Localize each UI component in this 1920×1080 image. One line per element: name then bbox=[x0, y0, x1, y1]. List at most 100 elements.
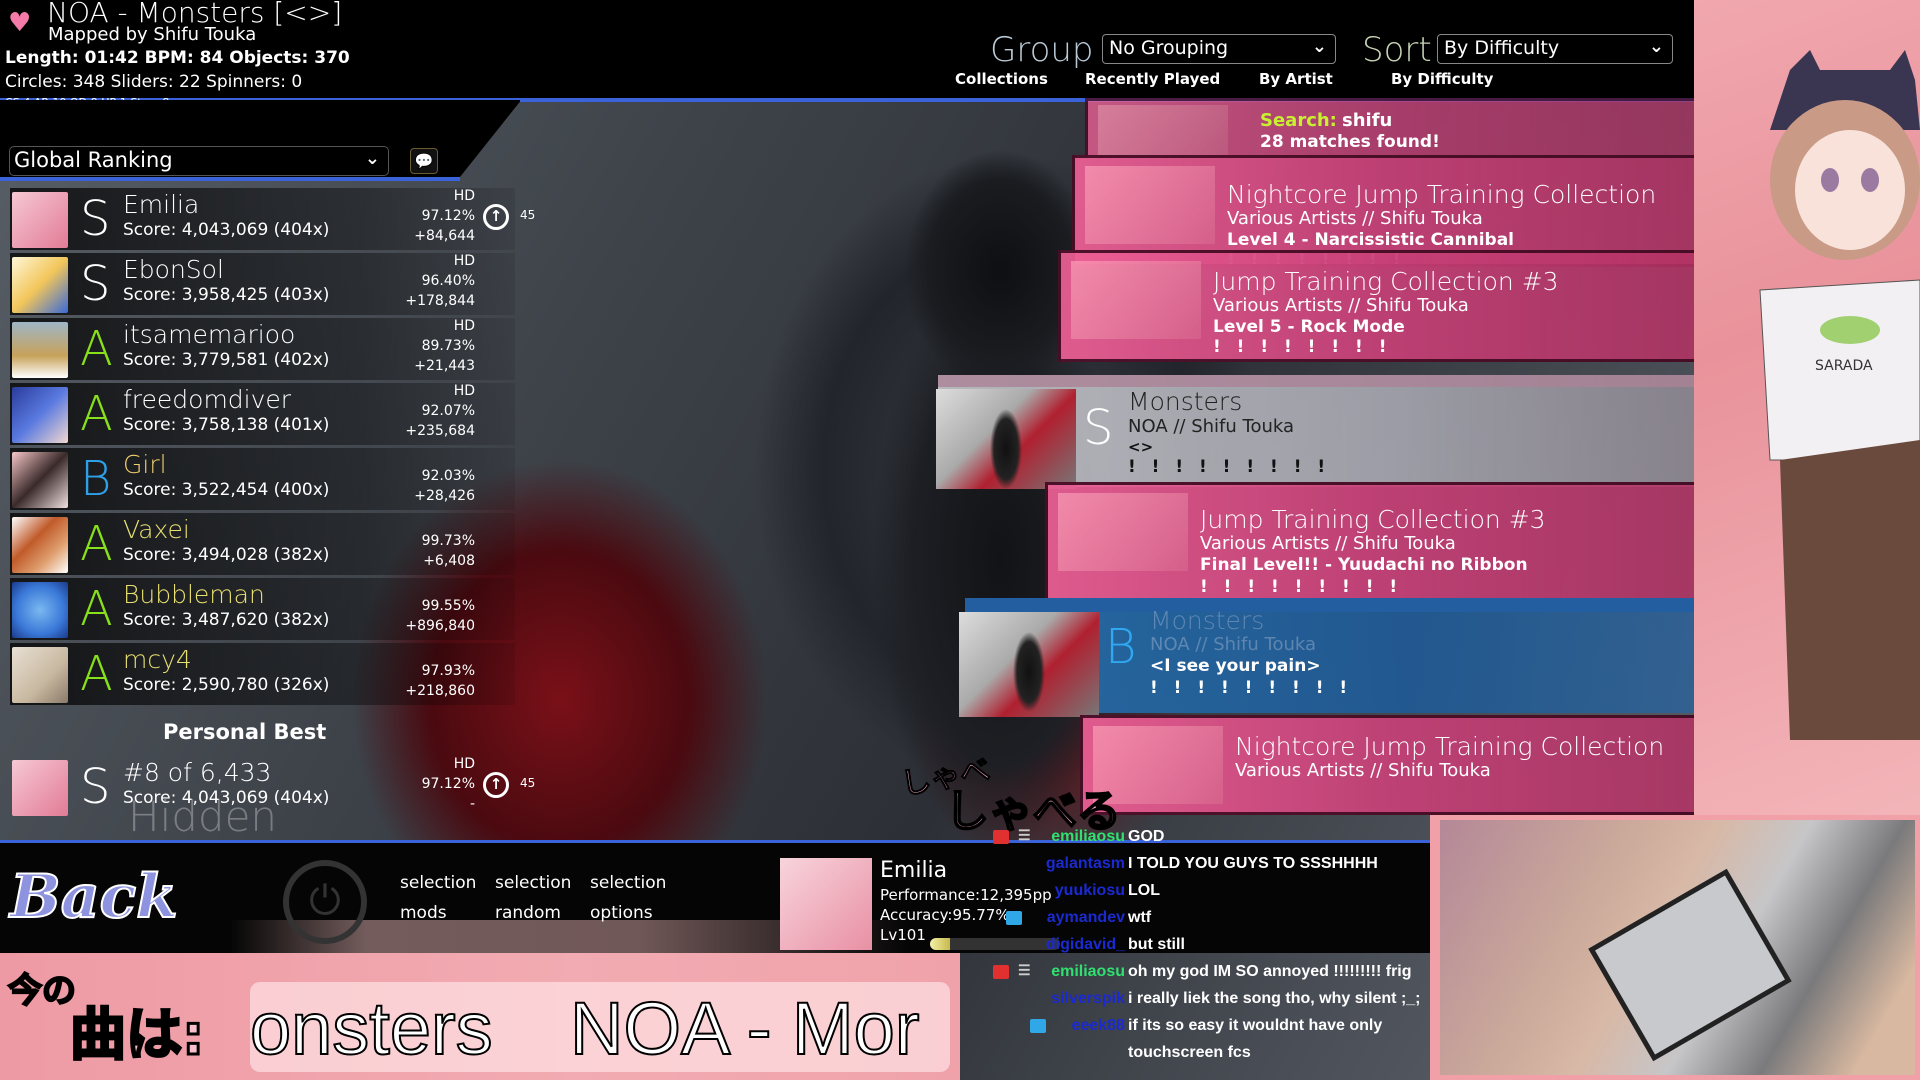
search-label: Search: bbox=[1260, 110, 1337, 131]
chevron-down-icon: ⌄ bbox=[364, 148, 380, 169]
sort-dropdown[interactable]: By Difficulty ⌄ bbox=[1437, 34, 1673, 64]
song-card[interactable]: Jump Training Collection #3 Various Arti… bbox=[1058, 250, 1700, 362]
button-line1: selection bbox=[590, 873, 667, 893]
tab-by-difficulty[interactable]: By Difficulty bbox=[1391, 70, 1493, 88]
selection-mods-button[interactable]: selection mods bbox=[400, 868, 476, 928]
grade-badge: A bbox=[80, 646, 113, 702]
player-mods: HD bbox=[453, 318, 475, 334]
pp-value: 45 bbox=[520, 208, 536, 222]
player-name: Girl bbox=[123, 450, 167, 479]
active-mod-label: Hidden bbox=[128, 792, 278, 841]
player-name: Vaxei bbox=[123, 515, 190, 544]
song-thumbnail bbox=[1071, 261, 1201, 339]
song-artist: NOA // Shifu Touka bbox=[1150, 634, 1316, 655]
selection-options-button[interactable]: selection options bbox=[590, 868, 666, 928]
arrow-up-circle-icon: ↑ bbox=[483, 204, 509, 230]
avatar bbox=[12, 387, 68, 443]
beatmap-mapper: Mapped by Shifu Touka bbox=[48, 24, 257, 45]
leaderboard-row[interactable]: A mcy4 Score: 2,590,780 (326x) 97.93% +2… bbox=[10, 643, 515, 705]
chat-user[interactable]: yuukiosu bbox=[1055, 882, 1125, 900]
video-icon bbox=[993, 830, 1009, 844]
chat-user[interactable]: galantasm bbox=[1046, 855, 1125, 873]
song-artist: Various Artists // Shifu Touka bbox=[1200, 533, 1456, 554]
score-difference: +6,408 bbox=[423, 553, 475, 569]
power-icon[interactable]: ⏻ bbox=[283, 860, 367, 944]
song-artist: Various Artists // Shifu Touka bbox=[1227, 208, 1483, 229]
leaderboard-row[interactable]: A itsamemarioo Score: 3,779,581 (402x) H… bbox=[10, 318, 515, 380]
grade-badge: A bbox=[80, 581, 113, 637]
chat-user[interactable]: aymandev bbox=[1047, 909, 1125, 927]
song-card-monsters[interactable]: S Monsters NOA // Shifu Touka <> ! ! ! !… bbox=[936, 375, 1698, 489]
chat-text: GOD bbox=[1128, 828, 1165, 845]
chat-user[interactable]: eeek88 bbox=[1072, 1017, 1125, 1035]
player-score: Score: 3,779,581 (402x) bbox=[123, 350, 330, 370]
star-rating: ! ! ! ! ! ! ! ! bbox=[1213, 337, 1392, 357]
score-difference: +28,426 bbox=[414, 488, 475, 504]
song-thumbnail bbox=[959, 612, 1099, 717]
score-difference: - bbox=[469, 796, 475, 812]
song-difficulty: Level 4 - Narcissistic Cannibal bbox=[1227, 230, 1515, 250]
leaderboard-row[interactable]: A freedomdiver Score: 3,758,138 (401x) H… bbox=[10, 383, 515, 445]
leaderboard-row[interactable]: A Bubbleman Score: 3,487,620 (382x) 99.5… bbox=[10, 578, 515, 640]
player-score: Score: 3,494,028 (382x) bbox=[123, 545, 330, 565]
score-difference: +235,684 bbox=[405, 423, 475, 439]
ranking-type-dropdown[interactable]: Global Ranking ⌄ bbox=[9, 146, 389, 176]
user-name: Emilia bbox=[880, 858, 948, 883]
now-playing-text-a: onsters bbox=[250, 986, 494, 1071]
grade-badge: S bbox=[1083, 400, 1114, 456]
grade-badge: B bbox=[1105, 619, 1137, 675]
song-difficulty: Final Level!! - Yuudachi no Ribbon bbox=[1200, 555, 1528, 575]
chat-text: I TOLD YOU GUYS TO SSSHHHH bbox=[1128, 855, 1378, 872]
leaderboard-row[interactable]: S Emilia Score: 4,043,069 (404x) HD 97.1… bbox=[10, 188, 535, 250]
song-title: Monsters bbox=[1128, 387, 1243, 416]
leaderboard-row[interactable]: B Girl Score: 3,522,454 (400x) 92.03% +2… bbox=[10, 448, 515, 510]
song-title: Jump Training Collection #3 bbox=[1213, 267, 1559, 296]
back-button[interactable]: Back bbox=[9, 850, 220, 945]
heart-icon[interactable]: ♥ bbox=[8, 10, 31, 36]
arrow-up-circle-icon: ↑ bbox=[483, 772, 509, 798]
song-thumbnail bbox=[1085, 166, 1215, 244]
selection-random-button[interactable]: selection random bbox=[495, 868, 571, 928]
player-score: Score: 3,958,425 (403x) bbox=[123, 285, 330, 305]
leaderboard-row[interactable]: A Vaxei Score: 3,494,028 (382x) 99.73% +… bbox=[10, 513, 515, 575]
player-score: Score: 3,487,620 (382x) bbox=[123, 610, 330, 630]
score-difference: +21,443 bbox=[414, 358, 475, 374]
tab-collections[interactable]: Collections bbox=[955, 70, 1048, 88]
grade-badge: B bbox=[80, 451, 112, 507]
chat-bubbles-icon[interactable]: 💬 bbox=[410, 148, 438, 174]
chat-text: LOL bbox=[1128, 882, 1160, 899]
player-accuracy: 92.07% bbox=[421, 403, 475, 419]
grade-badge: S bbox=[80, 759, 111, 815]
score-difference: +218,860 bbox=[405, 683, 475, 699]
chat-text: touchscreen fcs bbox=[1128, 1044, 1251, 1061]
player-score: Score: 4,043,069 (404x) bbox=[123, 220, 330, 240]
player-mods: HD bbox=[453, 188, 475, 204]
player-accuracy: 99.73% bbox=[421, 533, 475, 549]
player-accuracy: 96.40% bbox=[421, 273, 475, 289]
overlay-character: SARADA bbox=[1759, 50, 1920, 740]
grade-badge: S bbox=[80, 191, 111, 247]
search-box[interactable]: Search: shifu 28 matches found! bbox=[1245, 106, 1695, 156]
now-playing-label-big: 曲は: bbox=[68, 1002, 205, 1070]
face-shape bbox=[1795, 130, 1905, 250]
group-dropdown[interactable]: No Grouping ⌄ bbox=[1102, 34, 1336, 64]
tab-recently-played[interactable]: Recently Played bbox=[1085, 70, 1220, 88]
avatar bbox=[12, 192, 68, 248]
pp-value: 45 bbox=[520, 776, 536, 790]
avatar bbox=[12, 647, 68, 703]
chat-text: if its so easy it wouldnt have only bbox=[1128, 1017, 1383, 1034]
song-card[interactable]: Jump Training Collection #3 Various Arti… bbox=[1045, 482, 1700, 602]
song-card[interactable]: Nightcore Jump Training Collection Vario… bbox=[1080, 715, 1700, 815]
song-artist: Various Artists // Shifu Touka bbox=[1213, 295, 1469, 316]
chat-user[interactable]: digidavid_ bbox=[1046, 936, 1125, 954]
chat-user[interactable]: emiliaosu bbox=[1051, 963, 1125, 981]
button-line2: random bbox=[495, 903, 561, 923]
song-card-selected[interactable]: B Monsters NOA // Shifu Touka <I see you… bbox=[959, 598, 1700, 717]
tab-by-artist[interactable]: By Artist bbox=[1259, 70, 1333, 88]
score-difference: +178,844 bbox=[405, 293, 475, 309]
chat-user[interactable]: silverspik bbox=[1051, 990, 1125, 1008]
chat-user[interactable]: emiliaosu bbox=[1051, 828, 1125, 846]
leaderboard-row[interactable]: S EbonSol Score: 3,958,425 (403x) HD 96.… bbox=[10, 253, 515, 315]
shirt-text: SARADA bbox=[1815, 358, 1873, 374]
beatmap-stats-objects: Circles: 348 Sliders: 22 Spinners: 0 bbox=[5, 72, 303, 92]
